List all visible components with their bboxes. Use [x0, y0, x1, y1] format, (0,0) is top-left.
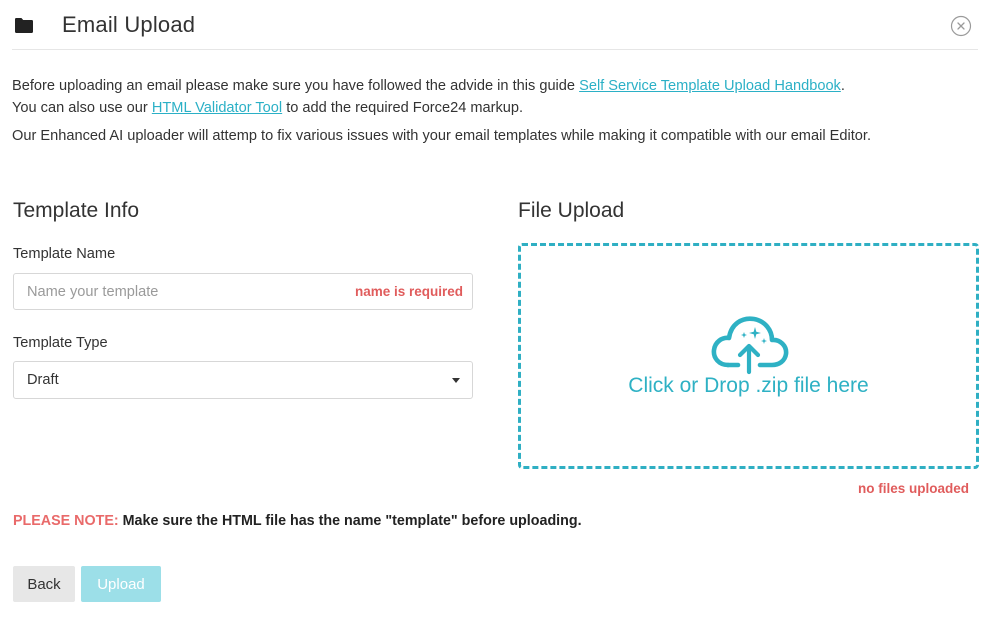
- intro-text-1b: .: [840, 78, 845, 94]
- note-message: PLEASE NOTE: Make sure the HTML file has…: [13, 513, 582, 529]
- folder-icon: [15, 18, 33, 33]
- template-name-input[interactable]: [14, 274, 472, 309]
- intro-paragraph-ai: Our Enhanced AI uploader will attemp to …: [12, 128, 871, 144]
- template-info-heading: Template Info: [13, 199, 140, 222]
- caret-down-icon: [452, 378, 460, 383]
- intro-text-2a: You can also use our: [12, 100, 152, 116]
- template-name-label: Template Name: [13, 246, 116, 262]
- file-dropzone[interactable]: Click or Drop .zip file here: [518, 243, 979, 469]
- upload-status: no files uploaded: [857, 481, 969, 496]
- template-type-label: Template Type: [13, 335, 108, 351]
- modal-header: Email Upload: [12, 0, 978, 50]
- file-upload-heading: File Upload: [518, 199, 625, 222]
- note-text: Make sure the HTML file has the name "te…: [118, 513, 582, 529]
- html-validator-link[interactable]: HTML Validator Tool: [152, 100, 282, 116]
- intro-paragraph-guide: Before uploading an email please make su…: [12, 75, 972, 119]
- upload-button[interactable]: Upload: [81, 566, 161, 602]
- intro-text-2b: to add the required Force24 markup.: [282, 100, 524, 116]
- close-icon[interactable]: [950, 15, 972, 37]
- note-prefix: PLEASE NOTE:: [13, 513, 119, 529]
- cloud-upload-icon: [711, 316, 789, 375]
- intro-text-1a: Before uploading an email please make su…: [12, 78, 580, 94]
- back-button[interactable]: Back: [13, 566, 75, 602]
- template-type-select[interactable]: Draft: [13, 361, 473, 399]
- template-name-field: name is required: [13, 273, 473, 310]
- handbook-link[interactable]: Self Service Template Upload Handbook: [579, 78, 841, 94]
- template-type-value: Draft: [27, 372, 59, 388]
- dropzone-text: Click or Drop .zip file here: [628, 374, 869, 397]
- intro-text: Before uploading an email please make su…: [12, 75, 972, 147]
- modal-title: Email Upload: [62, 12, 196, 37]
